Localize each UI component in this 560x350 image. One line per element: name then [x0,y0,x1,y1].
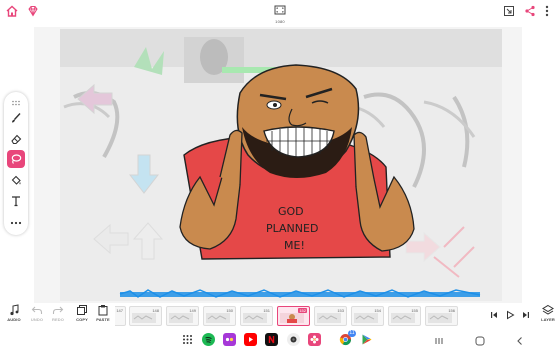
flower-app-icon[interactable] [308,333,321,346]
grid-apps-icon[interactable] [181,333,194,346]
frame-strip[interactable]: 147 148 149 150 151 152 153 154 155 156 [115,305,471,327]
copy-icon [77,305,87,315]
redo-label: REDO [52,317,64,322]
frame-thumbnail-current[interactable]: 152 [277,306,310,326]
paste-label: PASTE [96,317,110,322]
brush-icon[interactable] [7,109,25,127]
frame-thumbnail[interactable]: 156 [425,306,458,326]
shirt-text-line2: PLANNED [266,222,318,235]
copy-button[interactable]: COPY [72,304,92,326]
eraser-icon[interactable] [7,130,25,148]
tool-palette [4,92,28,235]
next-frame-button[interactable] [516,304,536,326]
more-horiz-icon[interactable] [7,214,25,232]
frame-number: 147 [116,308,123,313]
redo-icon [52,306,64,314]
share-icon[interactable] [523,4,537,18]
canvas-size-button[interactable]: 1080 [270,2,290,24]
fit-screen-icon[interactable] [502,4,516,18]
undo-button[interactable]: UNDO [27,304,47,326]
text-icon[interactable] [7,192,25,210]
copy-label: COPY [76,317,88,322]
canvas-size-label: 1080 [275,19,285,24]
play-store-icon[interactable] [360,333,373,346]
frame-thumbnail[interactable]: 153 [314,306,347,326]
skip-previous-icon [491,312,497,318]
frame-thumbnail[interactable]: 151 [240,306,273,326]
layer-button[interactable]: LAYER [538,304,558,326]
paste-button[interactable]: PASTE [93,304,113,326]
undo-label: UNDO [30,317,44,322]
recents-icon[interactable] [433,334,445,346]
frame-thumbnail[interactable]: 155 [388,306,421,326]
frame-thumbnail[interactable]: 149 [166,306,199,326]
lasso-icon[interactable] [7,150,25,168]
game-app-icon[interactable] [223,333,236,346]
layer-label: LAYER [541,317,555,322]
gem-icon[interactable] [26,4,40,18]
frame-thumbnail[interactable]: 150 [203,306,236,326]
back-icon[interactable] [514,334,526,346]
shirt-text-line3: ME! [284,239,305,252]
home-icon[interactable] [5,4,19,18]
shirt-text-line1: GOD [278,205,304,218]
spotify-icon[interactable] [202,333,215,346]
drawing-canvas[interactable]: GOD PLANNED ME! [34,27,522,303]
layers-icon [542,304,554,315]
canvas-size-icon [274,5,286,15]
redo-button[interactable]: REDO [48,304,68,326]
audio-label: AUDIO [7,317,21,322]
top-toolbar: 1080 [0,0,560,24]
home-nav-icon[interactable] [474,334,486,346]
youtube-icon[interactable] [244,333,257,346]
audio-button[interactable]: AUDIO [4,304,24,326]
music-note-icon [10,304,19,316]
camera-icon[interactable] [287,333,300,346]
frame-thumbnail[interactable]: 154 [351,306,384,326]
netflix-icon[interactable] [265,333,278,346]
paste-icon [98,305,108,316]
frame-thumbnail[interactable]: 148 [129,306,162,326]
more-vert-icon[interactable] [543,4,551,18]
play-icon [507,310,515,320]
frame-thumbnail[interactable]: 147 [115,306,126,326]
skip-next-icon [523,312,529,318]
paint-bucket-icon[interactable] [7,172,25,190]
chrome-badge: 11 [348,330,356,337]
undo-icon [31,306,43,314]
